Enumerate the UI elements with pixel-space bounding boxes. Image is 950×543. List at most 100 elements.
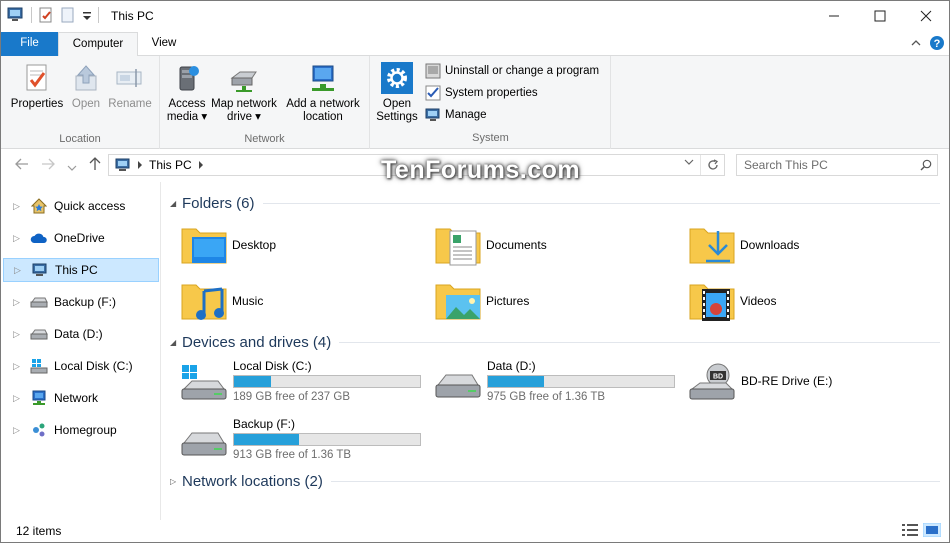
breadcrumb-chevron-icon[interactable]: [198, 161, 204, 169]
section-network-header[interactable]: ▷ Network locations (2): [170, 473, 940, 490]
address-history-button[interactable]: [684, 158, 694, 169]
details-view-icon[interactable]: [901, 523, 919, 537]
videos-folder-icon: [689, 284, 735, 321]
nav-item-quick-access[interactable]: ▷ Quick access: [3, 194, 159, 218]
collapse-triangle-icon[interactable]: ◢: [170, 199, 182, 208]
item-count: 12 items: [16, 524, 62, 538]
customize-toolbar-icon[interactable]: [82, 7, 92, 23]
minimize-button[interactable]: [811, 1, 857, 30]
properties-button[interactable]: Properties: [7, 62, 67, 111]
expand-chevron-icon[interactable]: ▷: [13, 233, 27, 244]
open-settings-button[interactable]: Open Settings: [374, 62, 420, 124]
new-folder-icon[interactable]: [60, 7, 76, 23]
folder-music[interactable]: Music: [162, 276, 402, 326]
tab-file[interactable]: File: [1, 32, 58, 56]
ribbon: Properties Open Rename Location Access m…: [1, 56, 949, 149]
large-icons-view-icon[interactable]: [923, 523, 941, 537]
forward-arrow-icon: [42, 158, 55, 170]
search-input[interactable]: [744, 158, 914, 172]
back-arrow-icon: [15, 158, 28, 170]
recent-locations-button[interactable]: [67, 159, 77, 175]
drive-backup-f[interactable]: Backup (F:) 913 GB free of 1.36 TB: [162, 417, 421, 467]
nav-item-backup-f[interactable]: ▷ Backup (F:): [3, 290, 159, 314]
drive-usage-bar: [487, 375, 675, 388]
uninstall-program-button[interactable]: Uninstall or change a program: [425, 63, 599, 79]
expand-triangle-icon[interactable]: ▷: [170, 477, 182, 486]
nav-item-this-pc[interactable]: ▷ This PC: [3, 258, 159, 282]
expand-chevron-icon[interactable]: ▷: [13, 393, 27, 404]
nav-item-data-d[interactable]: ▷ Data (D:): [3, 322, 159, 346]
breadcrumb-this-pc[interactable]: This PC: [149, 158, 192, 172]
folder-desktop[interactable]: Desktop: [162, 220, 402, 270]
rename-icon: [116, 69, 142, 87]
section-folders-header[interactable]: ◢ Folders (6): [170, 195, 940, 212]
nav-item-onedrive[interactable]: ▷ OneDrive: [3, 226, 159, 250]
up-arrow-icon: [89, 157, 101, 170]
section-devices-header[interactable]: ◢ Devices and drives (4): [170, 334, 940, 351]
up-button[interactable]: [89, 157, 101, 174]
minimize-icon: [829, 15, 839, 16]
tab-view[interactable]: View: [141, 32, 187, 56]
drive-data-d[interactable]: Data (D:) 975 GB free of 1.36 TB: [416, 359, 675, 409]
system-properties-button[interactable]: System properties: [425, 85, 538, 101]
manage-label: Manage: [445, 109, 487, 121]
settings-gear-icon: [381, 62, 413, 94]
access-media-label-1: Access: [168, 98, 206, 110]
expand-chevron-icon[interactable]: ▷: [13, 425, 27, 436]
computer-management-icon: [425, 108, 440, 121]
properties-icon: [26, 64, 47, 91]
close-button[interactable]: [903, 1, 949, 30]
drive-name: Data (D:): [487, 359, 536, 373]
expand-chevron-icon[interactable]: ▷: [13, 361, 27, 372]
network-drive-icon: [230, 71, 257, 92]
hard-drive-icon: [435, 374, 481, 398]
svg-text:?: ?: [934, 38, 941, 50]
drive-bd-re-e[interactable]: BD BD-RE Drive (E:): [670, 359, 920, 409]
forward-button[interactable]: [41, 157, 55, 173]
collapse-triangle-icon[interactable]: ◢: [170, 338, 182, 347]
nav-item-homegroup[interactable]: ▷ Homegroup: [3, 418, 159, 442]
computer-icon[interactable]: [7, 7, 25, 23]
nav-item-network[interactable]: ▷ Network: [3, 386, 159, 410]
expand-chevron-icon[interactable]: ▷: [13, 297, 27, 308]
hard-drive-icon: [30, 326, 48, 342]
documents-folder-icon: [435, 228, 481, 266]
nav-label-local-disk-c: Local Disk (C:): [54, 359, 133, 373]
open-button[interactable]: Open: [67, 62, 105, 111]
nav-item-local-disk-c[interactable]: ▷ Local Disk (C:): [3, 354, 159, 378]
search-box[interactable]: [736, 154, 938, 176]
add-network-location-button[interactable]: Add a network location: [282, 62, 364, 124]
network-icon: [30, 390, 48, 406]
access-media-button[interactable]: Access media ▾: [164, 62, 210, 124]
system-properties-icon: [425, 85, 441, 101]
refresh-button[interactable]: [700, 155, 724, 175]
back-button[interactable]: [15, 157, 29, 173]
tab-computer[interactable]: Computer: [58, 32, 138, 57]
drive-local-disk-c[interactable]: Local Disk (C:) 189 GB free of 237 GB: [162, 359, 421, 409]
chevron-down-icon: [684, 159, 694, 165]
system-properties-label: System properties: [445, 87, 538, 99]
folder-name: Videos: [740, 294, 777, 308]
maximize-button[interactable]: [857, 1, 903, 30]
expand-chevron-icon[interactable]: ▷: [14, 265, 28, 276]
access-media-label-2: media ▾: [166, 111, 208, 123]
collapse-ribbon-icon[interactable]: [911, 38, 921, 48]
map-network-drive-button[interactable]: Map network drive ▾: [208, 62, 280, 124]
folder-pictures[interactable]: Pictures: [416, 276, 656, 326]
rename-button[interactable]: Rename: [107, 62, 153, 111]
properties-icon[interactable]: [38, 7, 54, 23]
nav-label-data-d: Data (D:): [54, 327, 103, 341]
manage-button[interactable]: Manage: [425, 107, 487, 123]
optical-drive-icon: BD: [689, 363, 735, 400]
nav-label-network: Network: [54, 391, 99, 405]
drive-free-space: 975 GB free of 1.36 TB: [487, 391, 606, 403]
help-icon[interactable]: ?: [929, 35, 945, 51]
folder-downloads[interactable]: Downloads: [670, 220, 910, 270]
folder-videos[interactable]: Videos: [670, 276, 910, 326]
toolbar-separator: [31, 7, 32, 23]
open-arrow-icon: [75, 65, 97, 91]
expand-chevron-icon[interactable]: ▷: [13, 329, 27, 340]
drive-free-space: 913 GB free of 1.36 TB: [233, 449, 352, 461]
folder-documents[interactable]: Documents: [416, 220, 656, 270]
expand-chevron-icon[interactable]: ▷: [13, 201, 27, 212]
